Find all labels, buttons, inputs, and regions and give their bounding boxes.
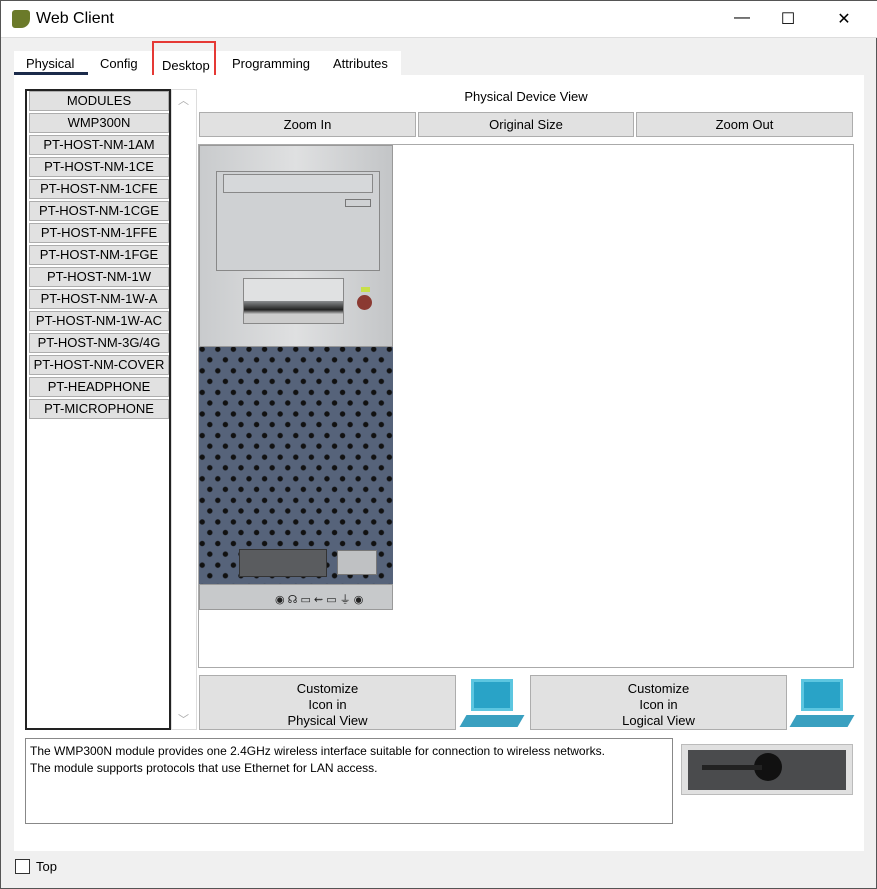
customize-logical-icon-button[interactable]: Customize Icon in Logical View xyxy=(530,675,787,730)
tab-attributes[interactable]: Attributes xyxy=(325,51,396,75)
audio-usb-ports-icon: ◉ ☊ ▭ ⇜ ▭ ⏚ ◉ xyxy=(275,594,364,606)
module-list-scrollbar[interactable]: ︿ ﹀ xyxy=(171,89,197,730)
window-title: Web Client xyxy=(36,10,114,27)
power-button[interactable] xyxy=(357,295,372,310)
minimize-button[interactable]: — xyxy=(719,9,765,31)
ethernet-module-slot xyxy=(239,549,327,577)
scroll-down-icon[interactable]: ﹀ xyxy=(178,711,189,727)
module-list: MODULES WMP300N PT-HOST-NM-1AM PT-HOST-N… xyxy=(25,89,171,730)
module-item[interactable]: PT-HOST-NM-3G/4G xyxy=(29,333,169,353)
module-item[interactable]: MODULES xyxy=(29,91,169,111)
module-item[interactable]: PT-HOST-NM-1CE xyxy=(29,157,169,177)
app-icon xyxy=(12,10,30,28)
module-item[interactable]: PT-HOST-NM-1FFE xyxy=(29,223,169,243)
button-line: Logical View xyxy=(622,713,695,728)
button-line: Icon in xyxy=(639,697,678,712)
pc-case-front xyxy=(199,145,393,347)
module-item[interactable]: PT-HOST-NM-1CFE xyxy=(29,179,169,199)
close-button[interactable]: ✕ xyxy=(821,9,867,31)
top-checkbox[interactable] xyxy=(15,859,30,874)
module-item[interactable]: PT-MICROPHONE xyxy=(29,399,169,419)
module-item[interactable]: PT-HOST-NM-1CGE xyxy=(29,201,169,221)
maximize-button[interactable]: ☐ xyxy=(765,9,811,31)
module-item[interactable]: PT-HEADPHONE xyxy=(29,377,169,397)
button-line: Customize xyxy=(296,681,359,696)
pc-physical-icon xyxy=(459,677,525,729)
description-line: The module supports protocols that use E… xyxy=(30,761,378,775)
tab-programming[interactable]: Programming xyxy=(224,51,318,75)
zoom-in-button[interactable]: Zoom In xyxy=(199,112,416,137)
tab-config[interactable]: Config xyxy=(92,51,146,75)
button-line: Icon in xyxy=(308,697,347,712)
module-item[interactable]: PT-HOST-NM-1W-AC xyxy=(29,311,169,331)
zoom-out-button[interactable]: Zoom Out xyxy=(636,112,853,137)
ethernet-port-icon xyxy=(337,550,377,575)
module-item[interactable]: PT-HOST-NM-1W xyxy=(29,267,169,287)
pc-case-grille xyxy=(199,347,393,584)
module-item[interactable]: PT-HOST-NM-COVER xyxy=(29,355,169,375)
button-line: Physical View xyxy=(287,713,368,728)
module-item[interactable]: PT-HOST-NM-1W-A xyxy=(29,289,169,309)
pc-io-panel: ◉ ☊ ▭ ⇜ ▭ ⏚ ◉ xyxy=(199,584,393,610)
title-bar: Web Client — ☐ ✕ xyxy=(1,1,877,38)
module-item[interactable]: PT-HOST-NM-1FGE xyxy=(29,245,169,265)
module-description: The WMP300N module provides one 2.4GHz w… xyxy=(25,738,673,824)
module-item[interactable]: WMP300N xyxy=(29,113,169,133)
scroll-up-icon[interactable]: ︿ xyxy=(178,92,189,108)
module-preview-image xyxy=(681,744,853,795)
customize-physical-icon-button[interactable]: Customize Icon in Physical View xyxy=(199,675,456,730)
description-line: The WMP300N module provides one 2.4GHz w… xyxy=(30,744,605,758)
module-item[interactable]: PT-HOST-NM-1AM xyxy=(29,135,169,155)
top-label: Top xyxy=(36,859,57,874)
button-line: Customize xyxy=(627,681,690,696)
pc-logical-icon xyxy=(789,677,855,729)
original-size-button[interactable]: Original Size xyxy=(418,112,634,137)
view-title: Physical Device View xyxy=(464,89,588,104)
